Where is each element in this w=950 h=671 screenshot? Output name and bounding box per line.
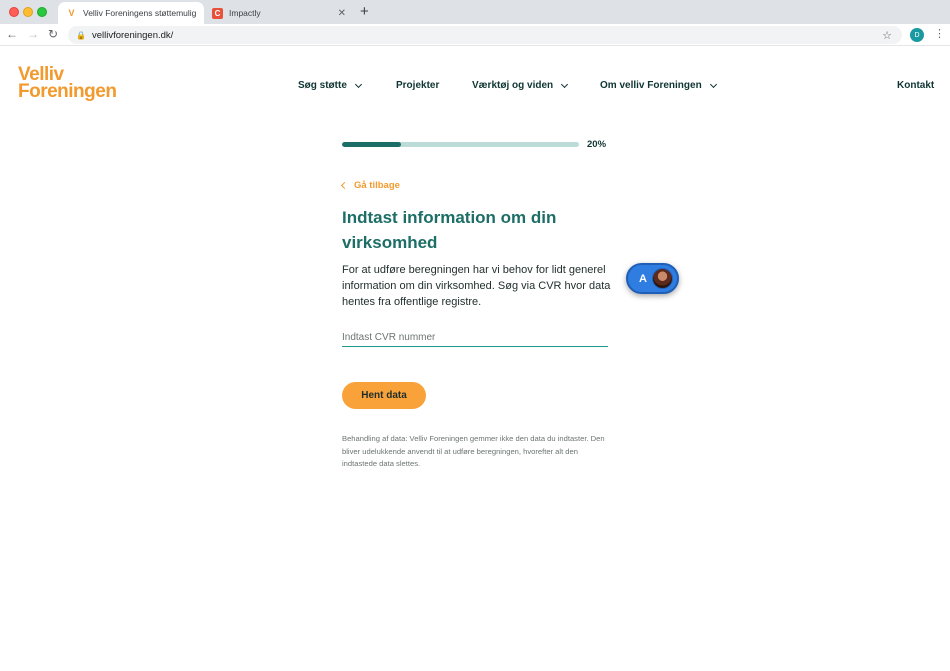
nav-item-vaerktoj-og-viden[interactable]: Værktøj og viden <box>472 80 569 91</box>
progress-bar-fill <box>342 142 402 147</box>
new-tab-icon[interactable]: + <box>360 3 369 20</box>
browser-menu-icon[interactable]: ⋮ <box>934 27 945 40</box>
cvr-number-input[interactable] <box>342 329 608 347</box>
browser-tab-velliv[interactable]: V Velliv Foreningens støttemuligh <box>58 2 204 24</box>
nav-label: Projekter <box>396 80 440 91</box>
floating-assistant-widget[interactable]: A <box>626 263 679 294</box>
velliv-favicon-icon: V <box>68 8 75 18</box>
browser-tab-bar: V Velliv Foreningens støttemuligh C Impa… <box>0 0 950 24</box>
nav-label: Om velliv Foreningen <box>600 80 702 91</box>
data-disclaimer: Behandling af data: Velliv Foreningen ge… <box>342 434 605 468</box>
fetch-data-button[interactable]: Hent data <box>342 382 426 409</box>
nav-label: Værktøj og viden <box>472 80 554 91</box>
nav-item-projekter[interactable]: Projekter <box>396 80 439 91</box>
window-close-button[interactable] <box>9 7 19 17</box>
browser-toolbar: ← → ↻ 🔒 vellivforeningen.dk/ ☆ D ⋮ <box>0 24 950 46</box>
impactly-favicon-icon: C <box>212 7 223 19</box>
tab-title: Velliv Foreningens støttemuligh <box>83 8 196 18</box>
bookmark-star-icon[interactable]: ☆ <box>882 29 892 42</box>
lock-icon: 🔒 <box>76 30 86 40</box>
avatar <box>652 268 673 289</box>
tab-title: Impactly <box>229 8 261 18</box>
logo-line-2: Foreningen <box>18 81 117 102</box>
widget-letter: A <box>639 272 647 285</box>
reload-icon[interactable]: ↻ <box>48 27 58 41</box>
back-link[interactable]: Gå tilbage <box>340 180 400 191</box>
back-link-label: Gå tilbage <box>354 180 400 191</box>
forward-arrow-icon[interactable]: → <box>27 27 39 41</box>
nav-item-om-velliv-foreningen[interactable]: Om velliv Foreningen <box>600 80 717 91</box>
nav-label: Søg støtte <box>298 80 347 91</box>
progress-percentage: 20% <box>587 139 607 150</box>
close-tab-icon[interactable]: ✕ <box>338 8 346 19</box>
chevron-left-icon <box>340 181 349 190</box>
intro-text: For at udføre beregningen har vi behov f… <box>342 264 611 308</box>
velliv-foreningen-logo[interactable]: Velliv Foreningen <box>18 65 117 102</box>
back-arrow-icon[interactable]: ← <box>6 27 18 41</box>
nav-item-kontakt[interactable]: Kontakt <box>897 80 934 91</box>
nav-label: Kontakt <box>897 80 935 91</box>
window-maximize-button[interactable] <box>37 7 47 17</box>
chevron-down-icon <box>561 80 569 88</box>
nav-item-sog-stotte[interactable]: Søg støtte <box>298 80 362 91</box>
profile-avatar[interactable]: D <box>910 28 924 42</box>
page-title: Indtast information om din virksomhed <box>342 208 557 252</box>
url-text: vellivforeningen.dk/ <box>91 29 174 41</box>
chevron-down-icon <box>354 80 362 88</box>
url-bar[interactable]: 🔒 vellivforeningen.dk/ ☆ <box>68 26 902 44</box>
browser-tab-impactly[interactable]: C Impactly ✕ <box>204 2 354 24</box>
chevron-down-icon <box>709 80 717 88</box>
window-minimize-button[interactable] <box>23 7 33 17</box>
progress-bar <box>342 142 579 147</box>
